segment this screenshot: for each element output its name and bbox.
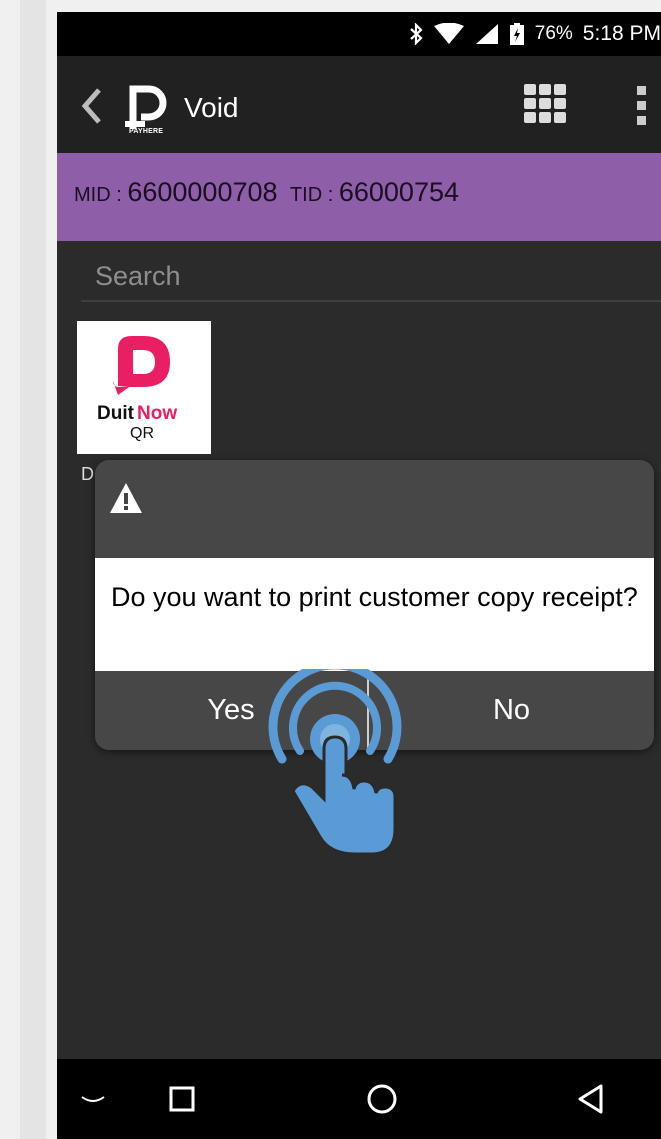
- phone-screen: 76% 5:18 PM PAYHERE Void MID : 660000070…: [57, 12, 661, 1139]
- brand-text: PAYHERE: [129, 128, 164, 135]
- nav-back-button[interactable]: [565, 1059, 615, 1139]
- back-icon[interactable]: [77, 86, 107, 126]
- battery-percent: 76%: [534, 23, 573, 44]
- search-box: [81, 250, 661, 302]
- tile-brand-b: Now: [137, 403, 177, 424]
- nav-down-button[interactable]: [73, 1059, 113, 1139]
- tile-label: D: [81, 464, 94, 484]
- duitnow-logo-icon: Duit Now QR: [97, 336, 177, 442]
- page-title: Void: [184, 92, 239, 123]
- nav-recents-button[interactable]: [157, 1059, 207, 1139]
- dialog-body: Do you want to print customer copy recei…: [95, 558, 654, 671]
- mid-label: MID :: [74, 184, 128, 206]
- more-vert-icon[interactable]: [635, 84, 649, 128]
- tile-brand-a: Duit: [97, 403, 135, 424]
- merchant-bar: MID : 6600000708 TID : 66000754: [57, 153, 661, 241]
- status-bar: 76% 5:18 PM: [57, 12, 661, 56]
- wifi-icon: [433, 23, 464, 44]
- no-button[interactable]: No: [369, 671, 654, 750]
- nav-home-button[interactable]: [357, 1059, 407, 1139]
- page-gutter: [0, 0, 57, 1139]
- nav-back-icon: [578, 1084, 603, 1114]
- search-input[interactable]: [95, 256, 655, 296]
- battery-icon: [509, 23, 524, 45]
- signal-icon: [475, 24, 498, 44]
- system-nav-bar: [57, 1059, 661, 1139]
- nav-recents-icon: [169, 1086, 195, 1112]
- tile-brand-sub: QR: [130, 425, 154, 442]
- grid-menu-icon[interactable]: [524, 84, 568, 124]
- dialog-header: [95, 460, 654, 558]
- payhere-logo: [125, 85, 167, 129]
- warning-icon: [110, 483, 142, 513]
- tid-value: 66000754: [338, 177, 459, 207]
- dialog-message: Do you want to print customer copy recei…: [111, 582, 638, 612]
- bluetooth-icon: [410, 23, 423, 45]
- duitnow-qr-tile[interactable]: Duit Now QR: [77, 321, 211, 454]
- nav-home-icon: [367, 1084, 397, 1114]
- tid-label: TID :: [289, 184, 339, 206]
- mid-value: 6600000708: [127, 177, 278, 207]
- app-bar: PAYHERE Void: [57, 56, 661, 153]
- tap-gesture-icon: [268, 669, 402, 856]
- clock: 5:18 PM: [582, 22, 661, 45]
- nav-down-icon: [81, 1096, 105, 1102]
